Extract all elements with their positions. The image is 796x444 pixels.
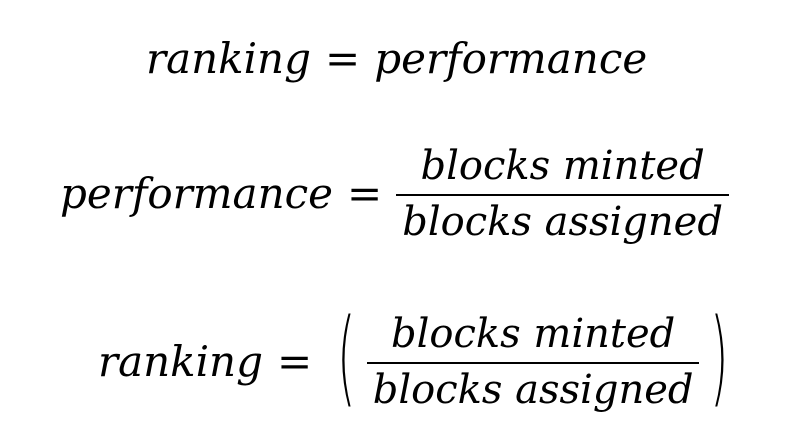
equation-performance-fraction: performance = blocks minted blocks assig… [60,146,729,242]
right-parenthesis: ) [710,296,729,418]
left-parenthesis: ( [337,296,356,418]
fraction-numerator: blocks minted [420,143,705,189]
fraction: blocks minted blocks assigned [366,311,700,413]
fraction-numerator: blocks minted [391,311,676,357]
fraction: blocks minted blocks assigned [396,146,729,242]
equation-ranking-fraction: ranking = ( blocks minted blocks assigne… [98,305,740,413]
equation-lhs: ranking [146,34,311,83]
equation-lhs: performance [60,169,334,218]
equals-sign: = [347,169,383,218]
fraction-denominator: blocks assigned [402,199,723,245]
equation-rhs: performance [374,34,648,83]
equals-sign: = [277,337,313,386]
equals-sign: = [325,34,361,83]
fraction-denominator: blocks assigned [372,367,694,413]
equation-ranking-performance: ranking = performance [146,38,647,80]
equation-lhs: ranking [98,337,263,386]
